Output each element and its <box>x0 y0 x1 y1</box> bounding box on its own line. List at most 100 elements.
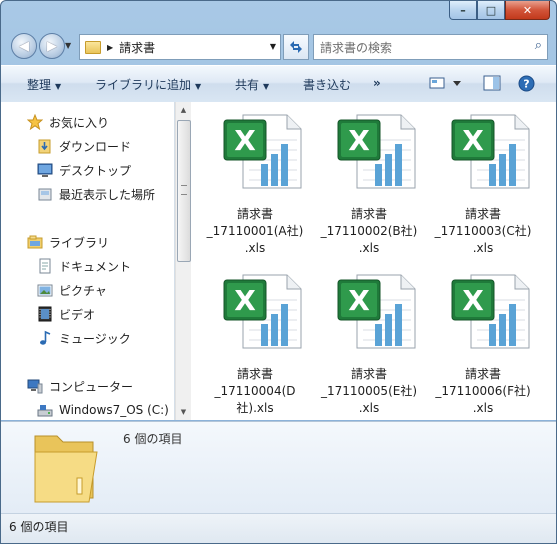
nav-videos-label: ビデオ <box>59 307 96 322</box>
nav-recent-places[interactable]: 最近表示した場所 <box>37 184 155 204</box>
address-row: ◀ ▶ ▼ ▶ 請求書 ▼ 請求書の検索 ⌕ <box>1 31 556 63</box>
view-icon <box>429 77 461 89</box>
recent-pages-dropdown[interactable]: ▼ <box>65 41 71 50</box>
excel-file-icon: X <box>337 114 416 189</box>
back-button[interactable]: ◀ <box>11 33 37 59</box>
nav-documents[interactable]: ドキュメント <box>37 256 131 276</box>
arrow-left-icon: ◀ <box>19 38 29 54</box>
command-bar: 整理 ▼ ライブラリに追加 ▼ 共有 ▼ 書き込む » ? <box>1 65 556 103</box>
address-bar[interactable]: ▶ 請求書 ▼ <box>79 34 281 60</box>
nav-libraries[interactable]: ライブラリ <box>27 232 109 252</box>
close-button[interactable]: ✕ <box>505 1 550 20</box>
nav-desktop[interactable]: デスクトップ <box>37 160 131 180</box>
preview-pane-button[interactable] <box>483 75 501 94</box>
file-name: 請求書 _17110002(B社) .xls <box>320 207 418 255</box>
search-box[interactable]: 請求書の検索 ⌕ <box>313 34 548 60</box>
status-item-count: 6 個の項目 <box>9 520 69 534</box>
nav-drive-c[interactable]: Windows7_OS (C:) <box>37 400 169 420</box>
svg-text:?: ? <box>523 78 529 91</box>
details-pane: 6 個の項目 <box>1 421 556 514</box>
computer-icon <box>27 378 43 394</box>
drive-icon <box>37 402 53 418</box>
nav-scrollbar[interactable]: ▲ ▼ <box>175 102 191 420</box>
breadcrumb-item[interactable]: 請求書 <box>119 39 155 56</box>
forward-button[interactable]: ▶ <box>39 33 65 59</box>
maximize-button[interactable]: □ <box>477 1 505 20</box>
nav-downloads-label: ダウンロード <box>59 139 132 154</box>
file-name: 請求書 _17110004(D 社).xls <box>214 367 296 415</box>
excel-file-icon: X <box>451 274 530 349</box>
file-name: 請求書 _17110001(A社) .xls <box>206 207 304 255</box>
svg-text:X: X <box>462 284 484 317</box>
nav-documents-label: ドキュメント <box>59 259 132 274</box>
folder-large-icon <box>34 435 98 503</box>
nav-videos[interactable]: ビデオ <box>37 304 95 324</box>
folder-icon <box>85 40 101 54</box>
help-icon: ? <box>518 75 535 92</box>
burn-button[interactable]: 書き込む <box>303 76 351 93</box>
star-icon <box>27 114 43 130</box>
title-bar[interactable]: – □ ✕ <box>1 1 556 29</box>
explorer-window: – □ ✕ ◀ ▶ ▼ ▶ 請求書 ▼ 請求書の検索 ⌕ 整理 ▼ ライブラリに追… <box>0 0 557 544</box>
minimize-button[interactable]: – <box>449 1 477 20</box>
window-controls: – □ ✕ <box>449 1 550 20</box>
scroll-up-arrow-icon[interactable]: ▲ <box>176 102 191 118</box>
nav-recent-places-label: 最近表示した場所 <box>59 187 156 202</box>
help-button[interactable]: ? <box>518 75 535 95</box>
nav-drive-c-label: Windows7_OS (C:) <box>59 403 169 417</box>
nav-desktop-label: デスクトップ <box>59 163 132 178</box>
file-name: 請求書 _17110006(F社) .xls <box>435 367 531 415</box>
status-bar: 6 個の項目 <box>1 513 556 543</box>
nav-computer[interactable]: コンピューター <box>27 376 133 396</box>
excel-file-icon: X <box>223 114 302 189</box>
chevron-down-icon: ▼ <box>55 82 62 91</box>
svg-text:X: X <box>348 284 370 317</box>
libraries-icon <box>27 234 43 250</box>
svg-text:X: X <box>234 124 256 157</box>
excel-file-icon: X <box>223 274 302 349</box>
videos-icon <box>37 306 53 322</box>
nav-favorites[interactable]: お気に入り <box>27 112 109 132</box>
nav-pictures[interactable]: ピクチャ <box>37 280 107 300</box>
nav-pictures-label: ピクチャ <box>59 283 107 298</box>
scroll-down-arrow-icon[interactable]: ▼ <box>176 404 191 420</box>
refresh-icon <box>290 41 302 53</box>
address-dropdown-icon[interactable]: ▼ <box>270 42 276 51</box>
view-options-button[interactable] <box>429 75 463 94</box>
chevron-down-icon: ▼ <box>195 82 202 91</box>
arrow-right-icon: ▶ <box>47 38 57 54</box>
details-item-count: 6 個の項目 <box>123 432 183 446</box>
nav-music[interactable]: ミュージック <box>37 328 131 348</box>
organize-button[interactable]: 整理 ▼ <box>27 76 61 93</box>
svg-text:X: X <box>348 124 370 157</box>
organize-label: 整理 <box>27 78 52 92</box>
breadcrumb-chevron-icon[interactable]: ▶ <box>107 43 113 52</box>
documents-icon <box>37 258 53 274</box>
share-label: 共有 <box>235 78 260 92</box>
pictures-icon <box>37 282 53 298</box>
downloads-folder-icon <box>37 138 53 154</box>
nav-favorites-label: お気に入り <box>49 115 110 130</box>
search-placeholder: 請求書の検索 <box>320 40 393 55</box>
scroll-thumb[interactable] <box>177 120 191 262</box>
more-commands-button[interactable]: » <box>373 76 381 90</box>
desktop-icon <box>37 162 53 178</box>
navigation-pane: お気に入り ダウンロード デスクトップ 最近表示した場所 ライブラリ ドキュメン… <box>1 102 175 420</box>
nav-computer-label: コンピューター <box>49 379 134 394</box>
chevron-down-icon: ▼ <box>263 82 270 91</box>
nav-downloads[interactable]: ダウンロード <box>37 136 131 156</box>
nav-music-label: ミュージック <box>59 331 131 346</box>
add-to-library-label: ライブラリに追加 <box>95 78 192 92</box>
file-list: X 請求書 _17110001(A社) .xls X 請求書 _17110002(B社… <box>191 102 556 420</box>
search-icon[interactable]: ⌕ <box>535 38 542 53</box>
recent-places-icon <box>37 186 53 202</box>
file-name: 請求書 _17110003(C社) .xls <box>434 207 532 255</box>
refresh-button[interactable] <box>283 34 309 60</box>
svg-text:X: X <box>234 284 256 317</box>
nav-libraries-label: ライブラリ <box>49 235 110 250</box>
music-note-icon <box>37 330 53 346</box>
add-to-library-button[interactable]: ライブラリに追加 ▼ <box>95 76 201 93</box>
share-button[interactable]: 共有 ▼ <box>235 76 269 93</box>
file-name: 請求書 _17110005(E社) .xls <box>320 367 418 415</box>
burn-label: 書き込む <box>303 78 352 92</box>
